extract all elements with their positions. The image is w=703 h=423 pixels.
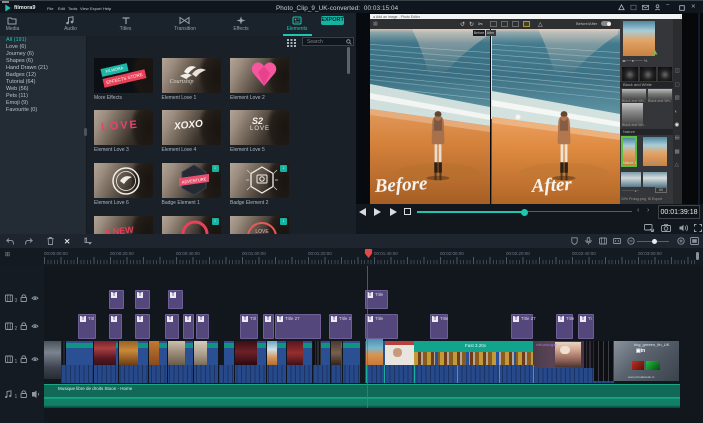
svg-text:After: After: [530, 174, 573, 197]
svg-text:3: 3: [15, 298, 18, 303]
svg-text:1: 1: [15, 359, 18, 364]
svg-text:2: 2: [15, 326, 18, 331]
svg-text:1: 1: [15, 394, 18, 399]
svg-text:Before: Before: [373, 173, 428, 197]
